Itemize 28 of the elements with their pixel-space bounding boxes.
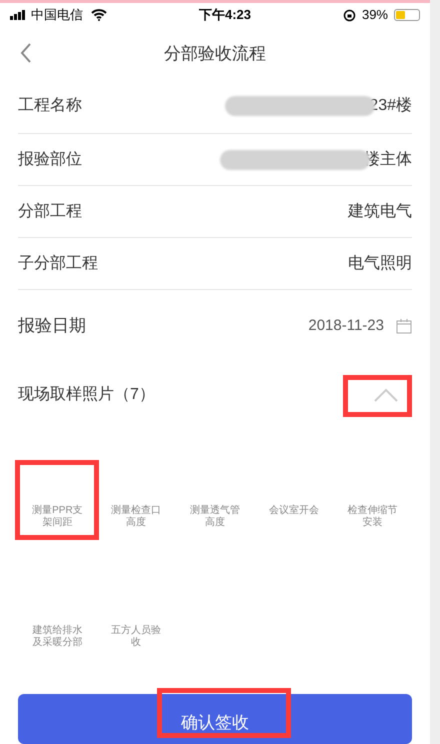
field-value: 建筑电气 bbox=[348, 202, 412, 222]
clock-time: 下午4:23 bbox=[198, 6, 251, 24]
field-value[interactable]: 2018-11-23 bbox=[308, 314, 384, 338]
section-title: 现场取样照片（7） bbox=[18, 384, 155, 405]
confirm-button[interactable]: 确认签收 bbox=[18, 694, 412, 744]
photo-caption[interactable]: 测量检查口高度 bbox=[108, 505, 164, 529]
calendar-icon[interactable] bbox=[396, 318, 412, 334]
page-title: 分部验收流程 bbox=[164, 42, 266, 64]
field-label: 分部工程 bbox=[18, 202, 82, 222]
photo-caption[interactable]: 测量PPR支架间距 bbox=[29, 505, 86, 529]
battery-percent: 39% bbox=[362, 6, 388, 24]
photo-caption[interactable]: 测量透气管高度 bbox=[186, 505, 243, 529]
field-label: 报验日期 bbox=[18, 315, 86, 338]
signal-icon bbox=[10, 10, 27, 20]
photo-caption[interactable]: 建筑给排水及采暖分部 bbox=[29, 625, 86, 649]
back-icon[interactable] bbox=[20, 43, 32, 64]
photo-caption[interactable]: 五方人员验收 bbox=[108, 625, 164, 649]
photo-caption[interactable]: 检查伸缩节安装 bbox=[344, 505, 401, 529]
rotation-lock-icon bbox=[342, 8, 356, 22]
carrier-name: 中国电信 bbox=[31, 6, 83, 24]
field-label: 子分部工程 bbox=[18, 254, 98, 274]
chevron-up-icon[interactable] bbox=[374, 388, 398, 402]
wifi-icon bbox=[91, 9, 107, 22]
field-value: 电气照明 bbox=[348, 254, 412, 274]
field-label: 工程名称 bbox=[18, 96, 82, 116]
field-label: 报验部位 bbox=[18, 150, 82, 170]
battery-icon bbox=[394, 9, 420, 22]
photo-caption[interactable]: 会议室开会 bbox=[266, 505, 322, 517]
